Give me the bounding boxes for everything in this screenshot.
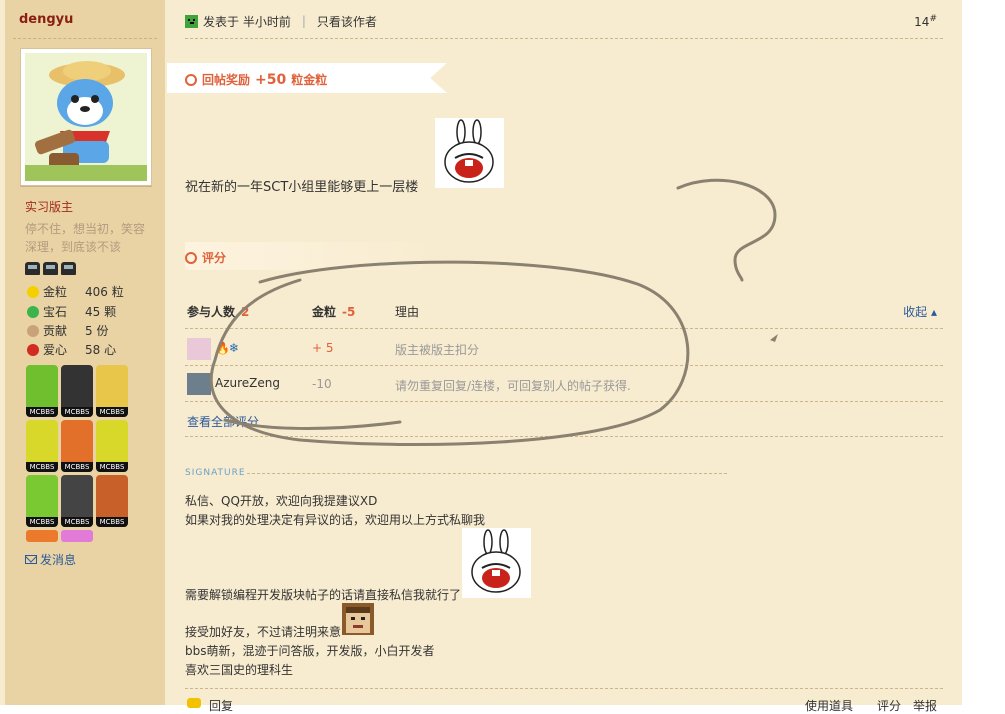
reply-button[interactable]: 回复 [209, 697, 233, 714]
row-divider [185, 328, 943, 329]
stat-love: 爱心 58 心 [27, 341, 125, 358]
row-divider [185, 401, 943, 402]
flame-icon: 🔥 [215, 341, 230, 355]
medal-badge[interactable]: MCBBS [26, 420, 58, 472]
header-participants: 参与人数 2 [187, 305, 250, 319]
medal-badge[interactable] [61, 530, 93, 542]
author-sidebar: dengyu 实习版主 停不住，想当初，笑容深理，到底该不该 金粒 406 粒 … [5, 0, 165, 705]
medal-badge[interactable]: MCBBS [61, 420, 93, 472]
see-all-ratings-link[interactable]: 查看全部评分 [187, 413, 259, 430]
rating-reason: 请勿重复回复/连楼，可回复别人的帖子获得. [395, 379, 631, 393]
reward-info: 回帖奖励 +50 粒金粒 [185, 71, 327, 88]
gem-icon [27, 305, 39, 318]
report-button[interactable]: 举报 [913, 697, 937, 714]
post-content: 祝在新的一年SCT小组里能够更上一层楼 [185, 180, 419, 195]
rabbit-emoticon [462, 528, 531, 598]
user-motto: 停不住，想当初，笑容深理，到底该不该 [25, 222, 146, 254]
medal-badge[interactable]: MCBBS [61, 475, 93, 527]
post-header: 发表于 半小时前 | 只看该作者 [185, 13, 943, 29]
signature-divider [247, 473, 727, 474]
circle-icon [185, 73, 197, 86]
medal-badge[interactable] [26, 530, 58, 542]
face-emoticon [342, 603, 374, 635]
envelope-icon [25, 555, 37, 564]
signature-line: 私信、QQ开放，欢迎向我提建议XD [185, 494, 378, 508]
row-divider [185, 365, 943, 366]
snowflake-icon: ❄ [229, 341, 240, 355]
signature-line: 如果对我的处理决定有异议的话，欢迎用以上方式私聊我 [185, 513, 486, 527]
minecart-icon [43, 262, 58, 275]
rater-name[interactable]: AzureZeng [215, 376, 280, 390]
heart-apple-icon [27, 343, 39, 356]
medal-grid: MCBBS MCBBS MCBBS MCBBS MCBBS MCBBS MCBB… [26, 365, 131, 542]
stat-contribution: 贡献 5 份 [27, 322, 125, 339]
post-time: 发表于 半小时前 [203, 14, 291, 29]
medal-row [25, 262, 76, 275]
only-author-link[interactable]: 只看该作者 [317, 13, 377, 30]
signature-line: 喜欢三国史的理科生 [185, 663, 294, 677]
gold-bulb-icon [27, 285, 39, 298]
creeper-icon [185, 14, 198, 28]
use-item-button[interactable]: 使用道具 [805, 697, 853, 714]
header-divider [185, 38, 943, 39]
medal-badge[interactable]: MCBBS [96, 420, 128, 472]
header-gold: 金粒 -5 [312, 305, 356, 319]
floor-number[interactable]: 14# [914, 14, 937, 29]
signature-line: 接受加好友，不过请注明来意 [185, 625, 342, 639]
reply-icon[interactable] [187, 698, 201, 708]
rater-avatar[interactable] [187, 373, 211, 395]
footer-divider [185, 688, 943, 689]
stat-gem: 宝石 45 颗 [27, 303, 125, 320]
circle-icon [185, 251, 197, 264]
stat-gold: 金粒 406 粒 [27, 283, 125, 300]
user-rank[interactable]: 实习版主 [25, 198, 73, 215]
rater-avatar[interactable] [187, 338, 211, 360]
medal-badge[interactable]: MCBBS [26, 475, 58, 527]
rating-title: 评分 [185, 249, 226, 266]
minecart-icon [25, 262, 40, 275]
signature-line: 需要解锁编程开发版块帖子的话请直接私信我就行了 [185, 588, 462, 602]
send-message-link[interactable]: 发消息 [25, 551, 76, 568]
avatar-image [25, 53, 147, 181]
sidebar-divider [13, 38, 157, 39]
rate-button[interactable]: 评分 [877, 697, 901, 714]
header-reason: 理由 [395, 305, 420, 319]
signature-label: SIGNATURE [185, 468, 246, 478]
author-name[interactable]: dengyu [19, 12, 73, 27]
rating-gold: -10 [312, 377, 332, 391]
avatar[interactable] [20, 48, 152, 186]
right-margin [962, 0, 1005, 705]
signature-line: bbs萌新，混迹于问答版，开发版，小白开发者 [185, 644, 435, 658]
contribution-icon [27, 324, 39, 337]
collapse-link[interactable]: 收起 ▴ [903, 303, 937, 320]
medal-badge[interactable]: MCBBS [96, 475, 128, 527]
medal-badge[interactable]: MCBBS [61, 365, 93, 417]
rating-reason: 版主被版主扣分 [395, 343, 480, 357]
row-divider [185, 436, 943, 437]
minecart-icon [61, 262, 76, 275]
rabbit-emoticon [435, 118, 504, 188]
medal-badge[interactable]: MCBBS [26, 365, 58, 417]
medal-badge[interactable]: MCBBS [96, 365, 128, 417]
rating-gold: + 5 [312, 341, 334, 355]
